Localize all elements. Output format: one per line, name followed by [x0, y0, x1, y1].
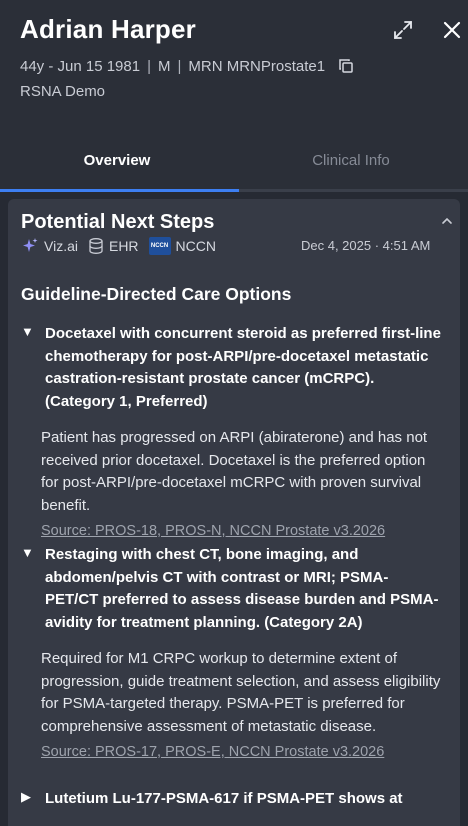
section-title: Guideline-Directed Care Options — [21, 284, 292, 304]
caret-down-icon[interactable]: ▼ — [21, 544, 39, 634]
care-option: ▼ Restaging with chest CT, bone imaging,… — [21, 544, 441, 760]
care-option-source-link[interactable]: Source: PROS-18, PROS-N, NCCN Prostate v… — [41, 523, 441, 539]
source-label: NCCN — [175, 238, 216, 254]
tab-bar: Overview Clinical Info — [0, 142, 468, 192]
source-list: Viz.ai EHR NCCN NCCN — [21, 237, 226, 255]
caret-right-icon[interactable]: ▶ — [21, 788, 39, 811]
patient-mrn: MRN MRNProstate1 — [188, 57, 326, 75]
patient-header: Adrian Harper 44y - Jun 15 1981 | M | MR… — [0, 0, 468, 142]
care-option-rationale: Required for M1 CRPC workup to determine… — [41, 650, 441, 735]
source-ehr: EHR — [88, 237, 139, 255]
patient-sex: M — [158, 57, 171, 75]
care-option: ▶ Lutetium Lu-177-PSMA-617 if PSMA-PET s… — [21, 788, 441, 811]
care-option-header[interactable]: ▼ Docetaxel with concurrent steroid as p… — [21, 323, 441, 413]
chevron-up-icon[interactable] — [440, 214, 454, 228]
care-option-title: Lutetium Lu-177-PSMA-617 if PSMA-PET sho… — [45, 790, 403, 807]
patient-panel: Adrian Harper 44y - Jun 15 1981 | M | MR… — [0, 0, 468, 826]
timestamp: Dec 4, 2025 · 4:51 AM — [301, 238, 431, 253]
caret-down-icon[interactable]: ▼ — [21, 323, 39, 413]
next-steps-card: Potential Next Steps Viz.ai EHR NCCN NCC… — [8, 199, 460, 826]
care-option-rationale: Patient has progressed on ARPI (abirater… — [41, 429, 428, 514]
expand-icon[interactable] — [391, 18, 415, 42]
care-option-header[interactable]: ▼ Restaging with chest CT, bone imaging,… — [21, 544, 441, 634]
database-icon — [89, 238, 103, 254]
source-label: EHR — [108, 238, 139, 254]
separator: | — [147, 57, 151, 75]
active-tab-indicator — [0, 189, 239, 192]
organization-name: RSNA Demo — [20, 83, 106, 100]
copy-icon[interactable] — [337, 57, 355, 75]
patient-demographics: 44y - Jun 15 1981 | M | MRN MRNProstate1 — [20, 57, 355, 75]
separator: | — [177, 57, 182, 75]
source-label: Viz.ai — [44, 238, 78, 254]
card-title: Potential Next Steps — [21, 211, 215, 233]
care-option-header[interactable]: ▶ Lutetium Lu-177-PSMA-617 if PSMA-PET s… — [21, 788, 441, 811]
care-option-title: Restaging with chest CT, bone imaging, a… — [45, 546, 439, 631]
care-option-title: Docetaxel with concurrent steroid as pre… — [45, 325, 441, 410]
tab-clinical-info[interactable]: Clinical Info — [234, 142, 468, 192]
sparkle-icon — [23, 238, 38, 252]
nccn-logo-icon: NCCN — [148, 237, 171, 255]
source-vizai: Viz.ai — [21, 237, 78, 255]
care-option-source-link[interactable]: Source: PROS-17, PROS-E, NCCN Prostate v… — [41, 744, 441, 760]
care-option: ▼ Docetaxel with concurrent steroid as p… — [21, 323, 441, 539]
tab-overview[interactable]: Overview — [0, 142, 234, 192]
source-nccn: NCCN NCCN — [148, 237, 216, 255]
patient-name: Adrian Harper — [20, 14, 196, 44]
close-icon[interactable] — [440, 18, 464, 42]
patient-age-dob: 44y - Jun 15 1981 — [20, 57, 141, 75]
